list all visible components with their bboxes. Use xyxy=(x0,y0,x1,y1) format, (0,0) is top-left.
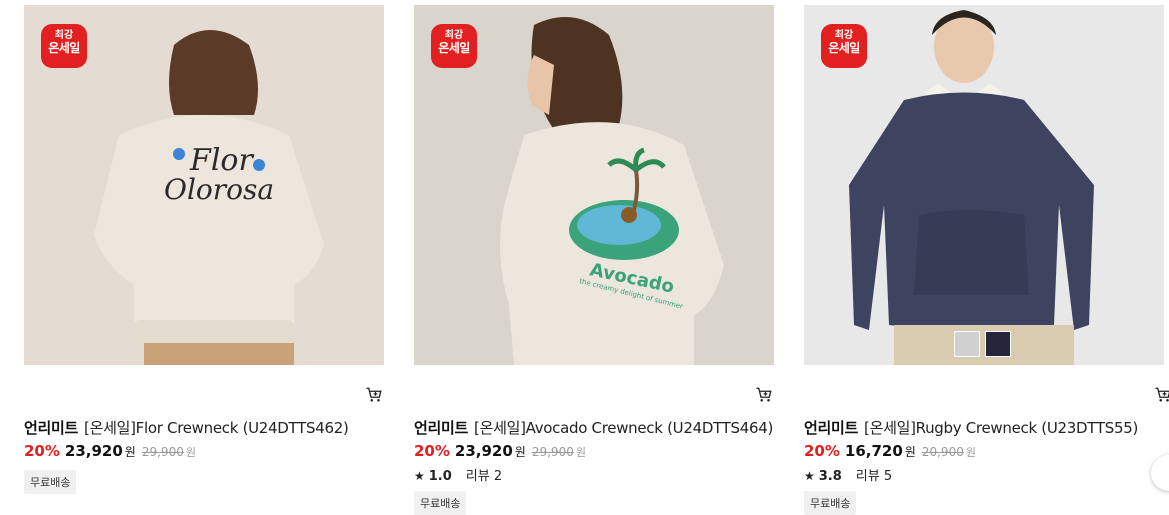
sale-price: 23,920 xyxy=(64,442,123,460)
product-name[interactable]: [온세일]Flor Crewneck (U24DTTS462) xyxy=(84,419,349,437)
badge-line: 최강 xyxy=(54,30,74,41)
review-count[interactable]: 리뷰 2 xyxy=(466,469,502,484)
product-image[interactable]: Avocado the creamy delight of summer 최강 … xyxy=(414,5,774,365)
cart-icon[interactable] xyxy=(1154,386,1169,404)
sale-badge: 최강 온세일 xyxy=(431,24,477,68)
product-name[interactable]: [온세일]Avocado Crewneck (U24DTTS464) xyxy=(474,419,773,437)
sale-badge: 최강 온세일 xyxy=(821,24,867,68)
rating-score: 1.0 xyxy=(428,469,452,484)
discount-rate: 20% xyxy=(804,442,840,460)
badge-line: 최강 xyxy=(444,30,464,41)
original-price: 29,900 xyxy=(141,445,184,459)
free-shipping-tag: 무료배송 xyxy=(414,491,467,515)
sale-price: 23,920 xyxy=(454,442,513,460)
currency: 원 xyxy=(185,446,196,459)
brand-name[interactable]: 언리미트 xyxy=(804,419,858,437)
currency: 원 xyxy=(904,445,916,459)
badge-line: 온세일 xyxy=(48,40,80,55)
sale-badge: 최강 온세일 xyxy=(41,24,87,68)
badge-line: 온세일 xyxy=(828,40,860,55)
color-swatch-navy[interactable] xyxy=(985,331,1011,357)
discount-rate: 20% xyxy=(24,442,60,460)
free-shipping-tag: 무료배송 xyxy=(24,470,77,494)
currency: 원 xyxy=(514,445,526,459)
cart-icon[interactable] xyxy=(365,386,383,404)
currency: 원 xyxy=(575,446,586,459)
product-card[interactable]: Avocado the creamy delight of summer 최강 … xyxy=(414,5,774,515)
color-swatch-gray[interactable] xyxy=(954,331,980,357)
currency: 원 xyxy=(965,446,976,459)
cart-icon[interactable] xyxy=(755,386,773,404)
currency: 원 xyxy=(124,445,136,459)
price-row: 20% 16,720 원 20,900 원 xyxy=(804,442,976,460)
original-price: 29,900 xyxy=(531,445,574,459)
product-title[interactable]: 언리미트 [온세일]Avocado Crewneck (U24DTTS464) xyxy=(414,417,773,438)
product-card[interactable]: Flor Olorosa 최강 온세일 언리미트 [온세일]Flor Crewne… xyxy=(24,5,384,494)
original-price: 20,900 xyxy=(921,445,964,459)
brand-name[interactable]: 언리미트 xyxy=(24,419,78,437)
product-name[interactable]: [온세일]Rugby Crewneck (U23DTTS55) xyxy=(864,419,1138,437)
review-count[interactable]: 리뷰 5 xyxy=(856,469,892,484)
rating-score: 3.8 xyxy=(818,469,842,484)
product-title[interactable]: 언리미트 [온세일]Rugby Crewneck (U23DTTS55) xyxy=(804,417,1138,438)
discount-rate: 20% xyxy=(414,442,450,460)
scroll-next-button[interactable] xyxy=(1151,455,1169,491)
price-row: 20% 23,920 원 29,900 원 xyxy=(414,442,586,460)
product-card[interactable]: 최강 온세일 언리미트 [온세일]Rugby Crewneck (U23DTTS5… xyxy=(804,5,1169,515)
product-title[interactable]: 언리미트 [온세일]Flor Crewneck (U24DTTS462) xyxy=(24,417,349,438)
rating-row: ★ 3.8 리뷰 5 xyxy=(804,465,892,484)
star-icon: ★ xyxy=(804,469,815,483)
star-icon: ★ xyxy=(414,469,425,483)
sale-price: 16,720 xyxy=(844,442,903,460)
product-image[interactable]: Flor Olorosa 최강 온세일 xyxy=(24,5,384,365)
brand-name[interactable]: 언리미트 xyxy=(414,419,468,437)
badge-line: 최강 xyxy=(834,30,854,41)
price-row: 20% 23,920 원 29,900 원 xyxy=(24,442,196,460)
print-text: Olorosa xyxy=(164,173,274,206)
rating-row: ★ 1.0 리뷰 2 xyxy=(414,465,502,484)
product-image[interactable]: 최강 온세일 xyxy=(804,5,1164,365)
free-shipping-tag: 무료배송 xyxy=(804,491,857,515)
badge-line: 온세일 xyxy=(438,40,470,55)
